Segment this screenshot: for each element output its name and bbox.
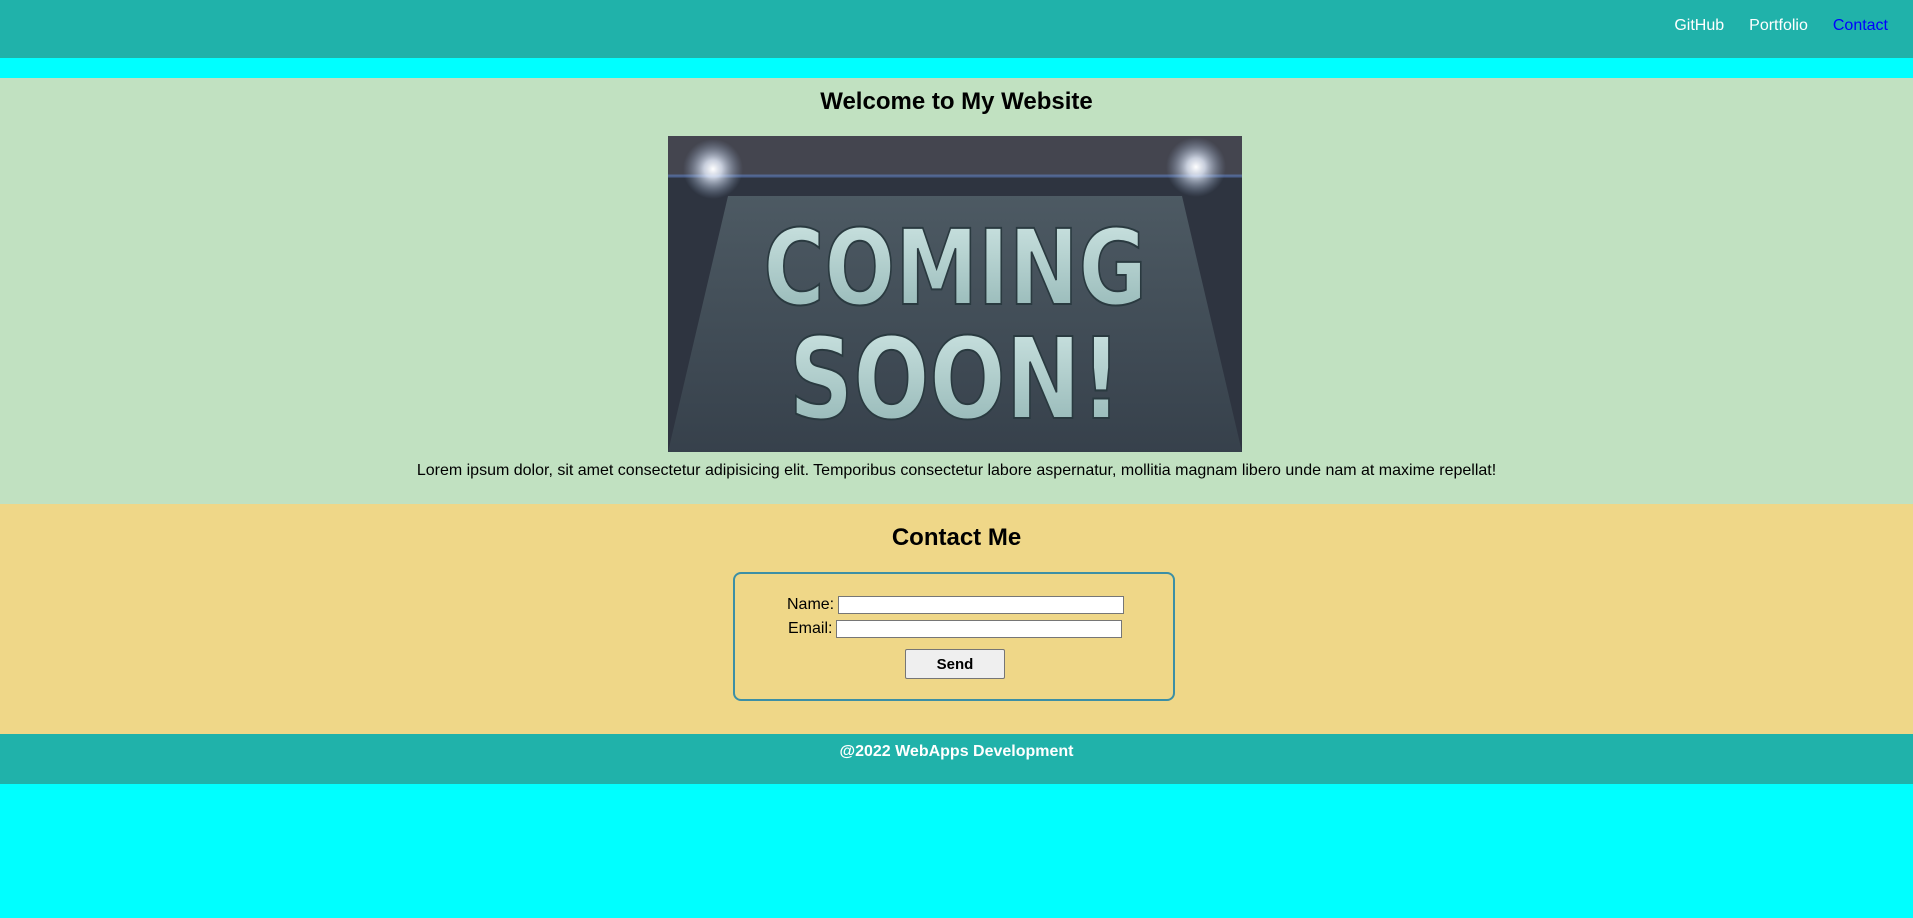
email-label: Email: [788, 620, 833, 637]
main-nav: GitHub Portfolio Contact [1674, 17, 1888, 35]
email-input[interactable] [836, 620, 1123, 638]
email-row: Email: [788, 620, 1123, 638]
name-label: Name: [787, 596, 835, 613]
coming-soon-image: COMING SOON! [668, 136, 1242, 452]
welcome-title: Welcome to My Website [820, 88, 1093, 115]
name-input[interactable] [838, 596, 1125, 614]
coming-soon-graphic: COMING SOON! [668, 136, 1242, 452]
send-button[interactable]: Send [905, 649, 1005, 679]
site-footer: @2022 WebApps Development [0, 734, 1913, 784]
coming-text: COMING [764, 209, 1147, 329]
nav-link-github[interactable]: GitHub [1674, 17, 1724, 35]
nav-link-portfolio[interactable]: Portfolio [1749, 17, 1808, 35]
welcome-section: Welcome to My Website COMING SOON! Lorem… [0, 78, 1913, 504]
contact-section: Contact Me Name: Email: Send [0, 504, 1913, 734]
contact-form: Name: Email: Send [733, 572, 1175, 701]
soon-text: SOON! [789, 314, 1122, 444]
footer-text: @2022 WebApps Development [839, 743, 1074, 760]
nav-link-contact[interactable]: Contact [1833, 17, 1888, 35]
site-header: GitHub Portfolio Contact [0, 0, 1913, 58]
contact-title: Contact Me [891, 524, 1022, 551]
welcome-paragraph: Lorem ipsum dolor, sit amet consectetur … [416, 462, 1497, 479]
name-row: Name: [787, 596, 1125, 614]
